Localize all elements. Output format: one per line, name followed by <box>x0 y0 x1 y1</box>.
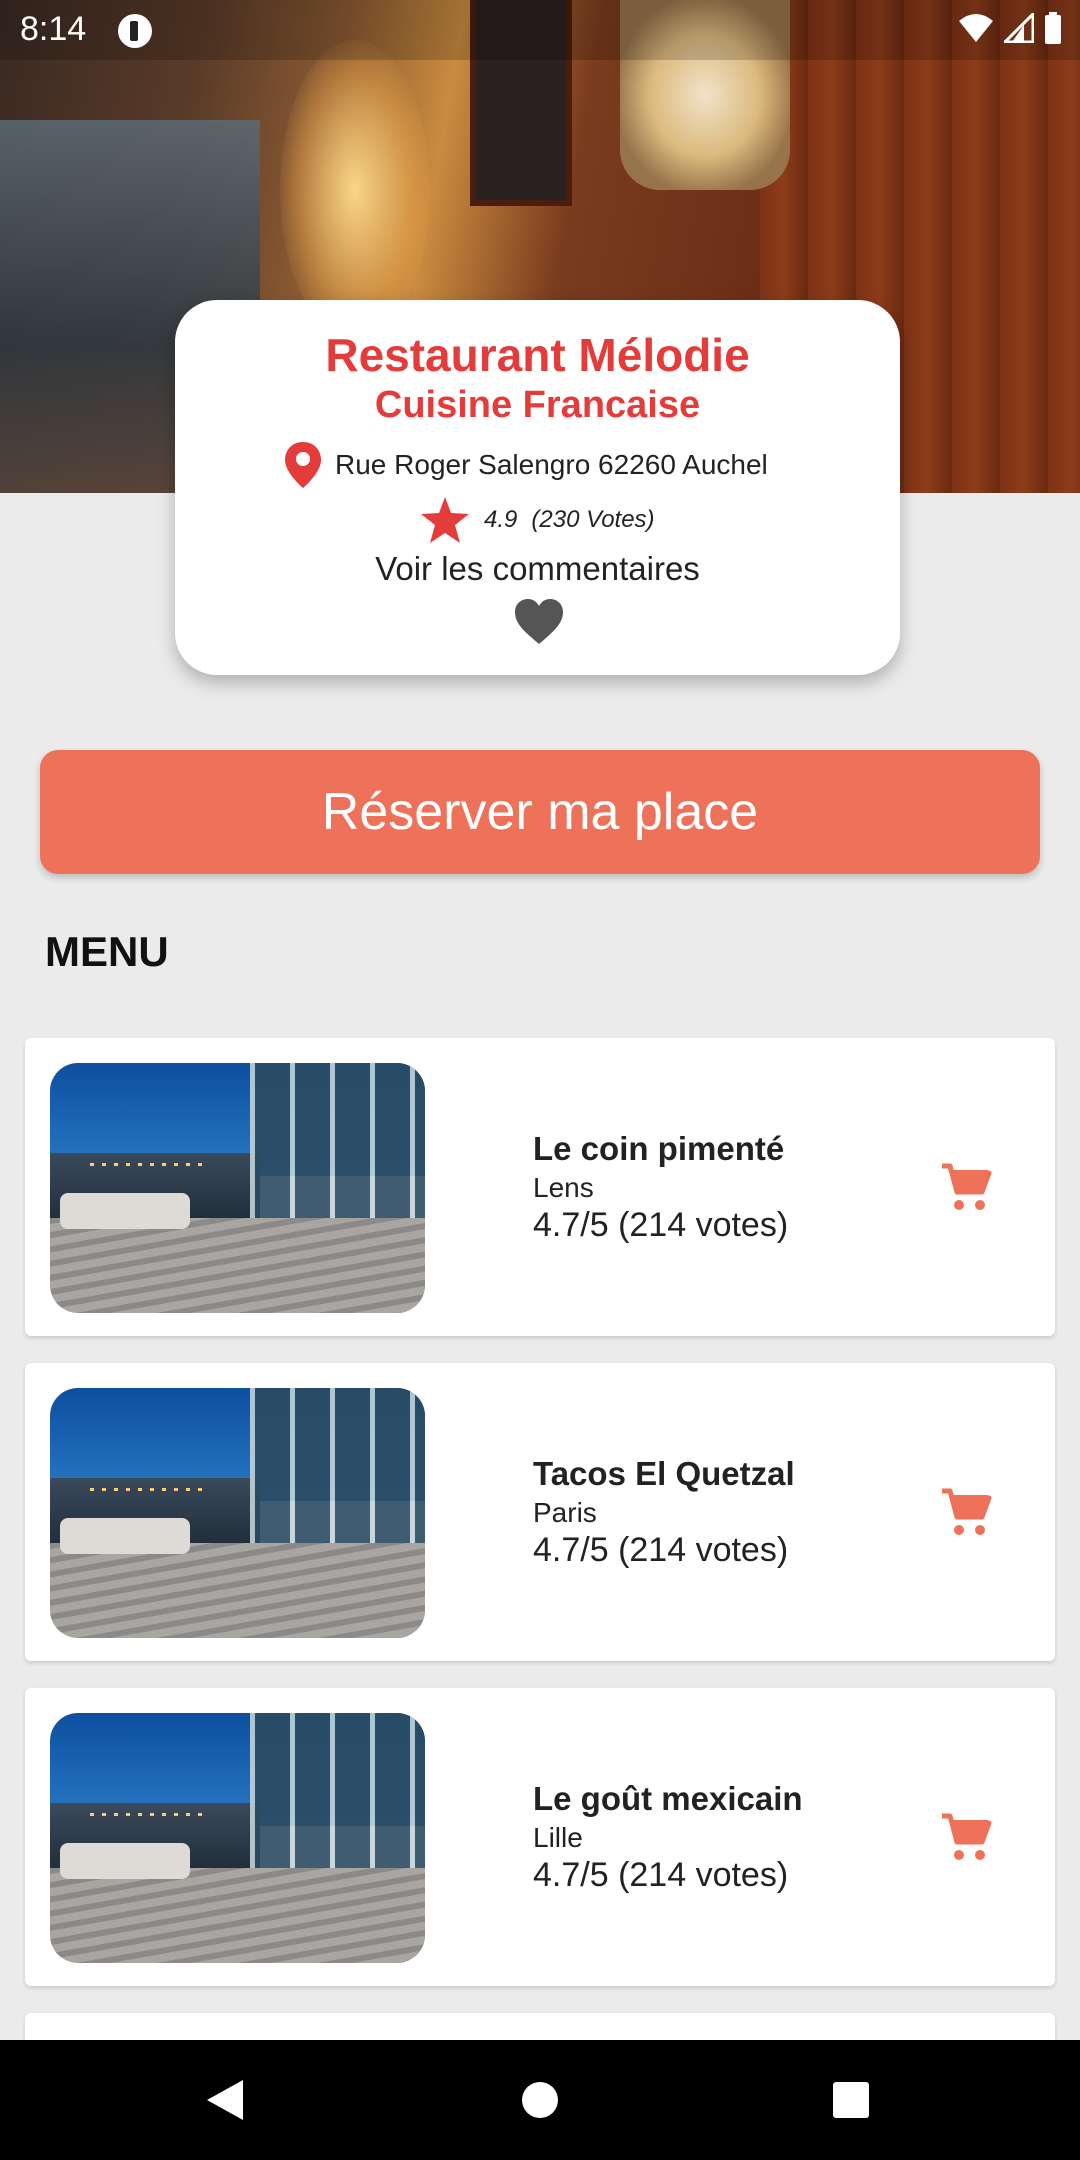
menu-list: Le coin pimenté Lens 4.7/5 (214 votes) T… <box>25 1038 1055 2080</box>
system-nav-bar <box>0 2040 1080 2160</box>
location-pin-icon <box>285 442 321 488</box>
menu-item-image <box>50 1388 425 1638</box>
star-icon <box>421 497 469 543</box>
back-icon[interactable] <box>205 2078 245 2122</box>
view-comments-link[interactable]: Voir les commentaires <box>175 550 900 588</box>
app-notification-icon <box>118 14 152 48</box>
menu-item-rating: 4.7/5 (214 votes) <box>533 1856 789 1894</box>
signal-icon <box>1004 13 1034 43</box>
menu-item-card[interactable]: Le goût mexicain Lille 4.7/5 (214 votes) <box>25 1688 1055 1986</box>
restaurant-rating: 4.9 (230 Votes) <box>420 496 655 544</box>
menu-item-card[interactable]: Tacos El Quetzal Paris 4.7/5 (214 votes) <box>25 1363 1055 1661</box>
menu-item-city: Paris <box>533 1497 597 1528</box>
menu-heading: MENU <box>45 928 169 975</box>
home-icon[interactable] <box>522 2082 558 2118</box>
heart-icon[interactable] <box>513 598 565 646</box>
menu-item-rating: 4.7/5 (214 votes) <box>533 1531 789 1569</box>
menu-item-image <box>50 1063 425 1313</box>
menu-item-city: Lille <box>533 1822 583 1853</box>
wifi-icon <box>959 14 993 42</box>
restaurant-address: Rue Roger Salengro 62260 Auchel <box>283 440 768 490</box>
menu-item-rating: 4.7/5 (214 votes) <box>533 1206 789 1244</box>
cart-icon[interactable] <box>940 1812 992 1862</box>
status-bar: 8:14 <box>0 0 1080 60</box>
restaurant-info-card: Restaurant Mélodie Cuisine Francaise Rue… <box>175 300 900 675</box>
status-time: 8:14 <box>20 10 87 48</box>
menu-item-name: Le coin pimenté <box>533 1130 785 1167</box>
restaurant-name: Restaurant Mélodie <box>325 329 750 381</box>
menu-item-card[interactable]: Le coin pimenté Lens 4.7/5 (214 votes) <box>25 1038 1055 1336</box>
reserve-button[interactable]: Réserver ma place <box>40 750 1040 874</box>
rating-value: 4.9 <box>484 506 518 533</box>
battery-icon <box>1045 12 1061 44</box>
menu-item-city: Lens <box>533 1172 594 1203</box>
recent-apps-icon[interactable] <box>833 2082 869 2118</box>
cart-icon[interactable] <box>940 1162 992 1212</box>
menu-item-image <box>50 1713 425 1963</box>
restaurant-cuisine: Cuisine Francaise <box>374 384 701 426</box>
address-text: Rue Roger Salengro 62260 Auchel <box>335 449 768 480</box>
menu-item-name: Tacos El Quetzal <box>533 1455 795 1492</box>
menu-item-name: Le goût mexicain <box>533 1780 803 1817</box>
rating-votes: (230 Votes) <box>531 506 655 533</box>
cart-icon[interactable] <box>940 1487 992 1537</box>
